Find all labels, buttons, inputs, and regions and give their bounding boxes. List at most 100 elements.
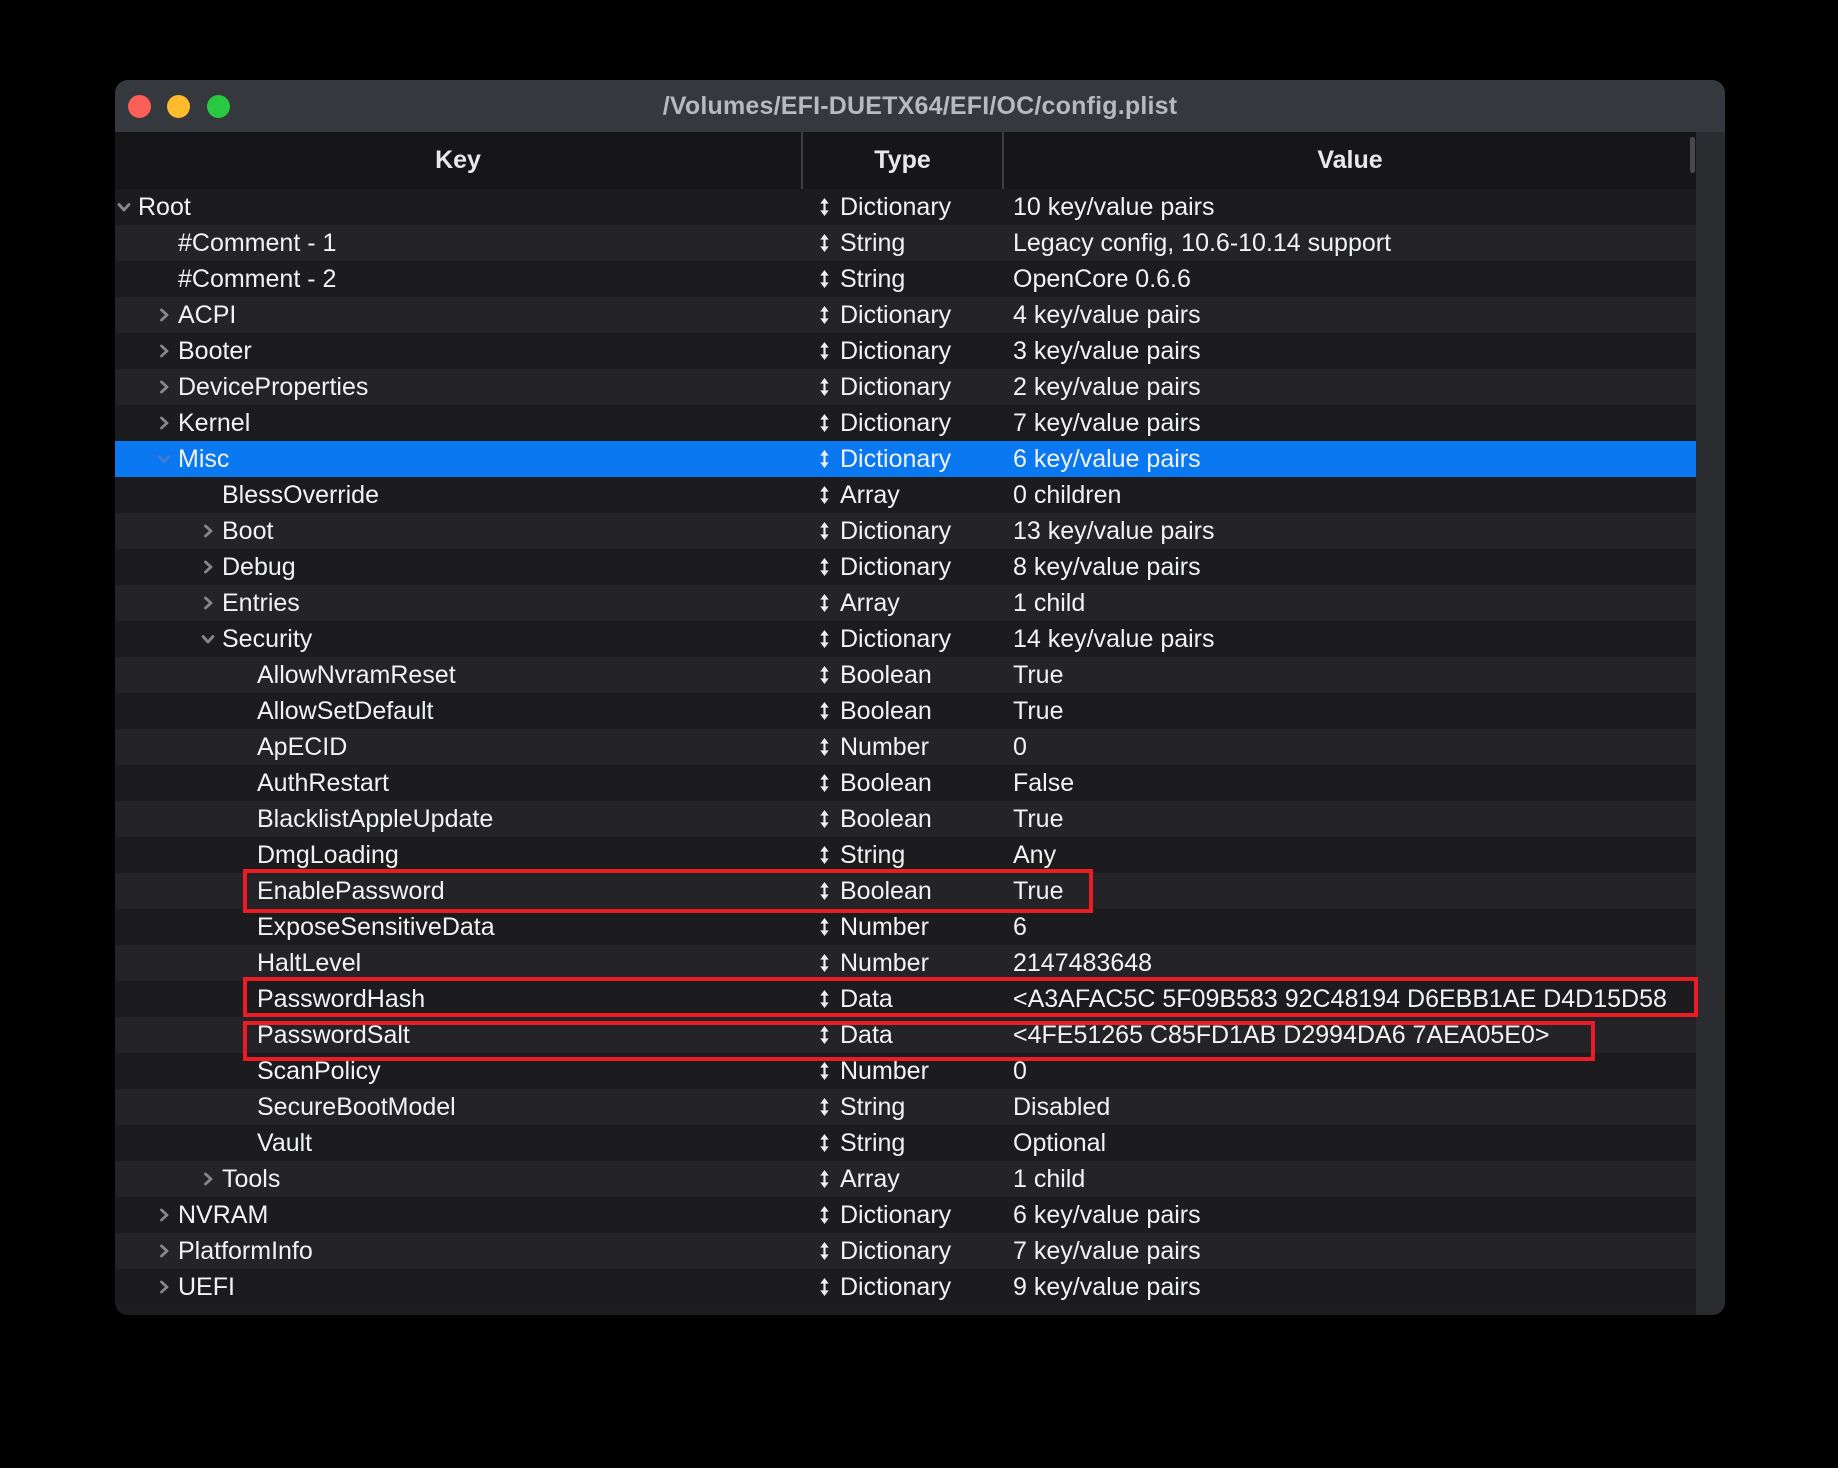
type-dropdown[interactable]: Dictionary — [801, 405, 1002, 441]
value-cell[interactable]: 6 key/value pairs — [1002, 1197, 1696, 1233]
chevron-right-icon[interactable] — [156, 343, 178, 359]
type-dropdown[interactable]: Dictionary — [801, 1197, 1002, 1233]
type-dropdown[interactable]: Dictionary — [801, 369, 1002, 405]
type-dropdown[interactable]: Boolean — [801, 693, 1002, 729]
value-cell[interactable]: 6 key/value pairs — [1002, 441, 1696, 477]
chevron-right-icon[interactable] — [200, 523, 222, 539]
value-cell[interactable]: 10 key/value pairs — [1002, 189, 1696, 225]
type-dropdown[interactable]: Array — [801, 477, 1002, 513]
table-row[interactable]: SecureBootModelStringDisabled — [115, 1089, 1696, 1125]
table-row[interactable]: SecurityDictionary14 key/value pairs — [115, 621, 1696, 657]
type-dropdown[interactable]: Dictionary — [801, 1269, 1002, 1305]
scrollbar-track[interactable] — [1696, 132, 1725, 1315]
table-row[interactable]: UEFIDictionary9 key/value pairs — [115, 1269, 1696, 1305]
chevron-down-icon[interactable] — [156, 451, 178, 467]
type-dropdown[interactable]: Dictionary — [801, 549, 1002, 585]
close-button[interactable] — [128, 95, 151, 118]
value-cell[interactable]: OpenCore 0.6.6 — [1002, 261, 1696, 297]
value-cell[interactable]: True — [1002, 873, 1696, 909]
chevron-down-icon[interactable] — [200, 631, 222, 647]
value-cell[interactable]: 14 key/value pairs — [1002, 621, 1696, 657]
value-cell[interactable]: True — [1002, 693, 1696, 729]
value-cell[interactable]: 0 children — [1002, 477, 1696, 513]
table-row[interactable]: HaltLevelNumber2147483648 — [115, 945, 1696, 981]
value-cell[interactable]: 0 — [1002, 729, 1696, 765]
type-dropdown[interactable]: String — [801, 1125, 1002, 1161]
table-row[interactable]: ToolsArray1 child — [115, 1161, 1696, 1197]
value-cell[interactable]: 1 child — [1002, 1161, 1696, 1197]
table-row[interactable]: NVRAMDictionary6 key/value pairs — [115, 1197, 1696, 1233]
table-row[interactable]: DmgLoadingStringAny — [115, 837, 1696, 873]
value-cell[interactable]: Disabled — [1002, 1089, 1696, 1125]
value-cell[interactable]: 2147483648 — [1002, 945, 1696, 981]
table-row[interactable]: RootDictionary10 key/value pairs — [115, 189, 1696, 225]
chevron-down-icon[interactable] — [116, 199, 138, 215]
table-row[interactable]: PlatformInfoDictionary7 key/value pairs — [115, 1233, 1696, 1269]
type-dropdown[interactable]: Dictionary — [801, 441, 1002, 477]
type-dropdown[interactable]: Dictionary — [801, 189, 1002, 225]
value-cell[interactable]: 8 key/value pairs — [1002, 549, 1696, 585]
chevron-right-icon[interactable] — [156, 1207, 178, 1223]
scrollbar-thumb[interactable] — [1690, 137, 1695, 173]
value-cell[interactable]: 13 key/value pairs — [1002, 513, 1696, 549]
value-cell[interactable]: Any — [1002, 837, 1696, 873]
table-row[interactable]: KernelDictionary7 key/value pairs — [115, 405, 1696, 441]
table-row[interactable]: BooterDictionary3 key/value pairs — [115, 333, 1696, 369]
chevron-right-icon[interactable] — [156, 379, 178, 395]
table-row[interactable]: ExposeSensitiveDataNumber6 — [115, 909, 1696, 945]
type-dropdown[interactable]: Number — [801, 945, 1002, 981]
table-row[interactable]: DebugDictionary8 key/value pairs — [115, 549, 1696, 585]
titlebar[interactable]: /Volumes/EFI-DUETX64/EFI/OC/config.plist — [115, 80, 1725, 133]
value-cell[interactable]: 1 child — [1002, 585, 1696, 621]
column-header-value[interactable]: Value — [1002, 132, 1696, 189]
chevron-right-icon[interactable] — [156, 1279, 178, 1295]
table-row[interactable]: AllowSetDefaultBooleanTrue — [115, 693, 1696, 729]
table-row[interactable]: BootDictionary13 key/value pairs — [115, 513, 1696, 549]
type-dropdown[interactable]: Dictionary — [801, 513, 1002, 549]
value-cell[interactable]: 2 key/value pairs — [1002, 369, 1696, 405]
table-row[interactable]: ApECIDNumber0 — [115, 729, 1696, 765]
minimize-button[interactable] — [167, 95, 190, 118]
type-dropdown[interactable]: String — [801, 225, 1002, 261]
value-cell[interactable]: Legacy config, 10.6-10.14 support — [1002, 225, 1696, 261]
table-row[interactable]: MiscDictionary6 key/value pairs — [115, 441, 1696, 477]
value-cell[interactable]: 9 key/value pairs — [1002, 1269, 1696, 1305]
table-row[interactable]: VaultStringOptional — [115, 1125, 1696, 1161]
table-row[interactable]: #Comment - 2StringOpenCore 0.6.6 — [115, 261, 1696, 297]
table-row[interactable]: BlacklistAppleUpdateBooleanTrue — [115, 801, 1696, 837]
value-cell[interactable]: False — [1002, 765, 1696, 801]
value-cell[interactable]: 6 — [1002, 909, 1696, 945]
table-row[interactable]: BlessOverrideArray0 children — [115, 477, 1696, 513]
table-row[interactable]: ACPIDictionary4 key/value pairs — [115, 297, 1696, 333]
type-dropdown[interactable]: Boolean — [801, 801, 1002, 837]
value-cell[interactable]: True — [1002, 657, 1696, 693]
type-dropdown[interactable]: String — [801, 261, 1002, 297]
value-cell[interactable]: 3 key/value pairs — [1002, 333, 1696, 369]
chevron-right-icon[interactable] — [156, 307, 178, 323]
type-dropdown[interactable]: Dictionary — [801, 297, 1002, 333]
table-row[interactable]: EntriesArray1 child — [115, 585, 1696, 621]
value-cell[interactable]: 4 key/value pairs — [1002, 297, 1696, 333]
chevron-right-icon[interactable] — [156, 1243, 178, 1259]
column-header-type[interactable]: Type — [801, 132, 1002, 189]
value-cell[interactable]: 7 key/value pairs — [1002, 1233, 1696, 1269]
value-cell[interactable]: True — [1002, 801, 1696, 837]
type-dropdown[interactable]: Array — [801, 585, 1002, 621]
chevron-right-icon[interactable] — [156, 415, 178, 431]
chevron-right-icon[interactable] — [200, 559, 222, 575]
type-dropdown[interactable]: Dictionary — [801, 333, 1002, 369]
chevron-right-icon[interactable] — [200, 1171, 222, 1187]
chevron-right-icon[interactable] — [200, 595, 222, 611]
type-dropdown[interactable]: Array — [801, 1161, 1002, 1197]
type-dropdown[interactable]: String — [801, 837, 1002, 873]
zoom-button[interactable] — [207, 95, 230, 118]
type-dropdown[interactable]: Number — [801, 729, 1002, 765]
type-dropdown[interactable]: Boolean — [801, 657, 1002, 693]
table-row[interactable]: AllowNvramResetBooleanTrue — [115, 657, 1696, 693]
type-dropdown[interactable]: Dictionary — [801, 621, 1002, 657]
type-dropdown[interactable]: Boolean — [801, 765, 1002, 801]
table-row[interactable]: DevicePropertiesDictionary2 key/value pa… — [115, 369, 1696, 405]
value-cell[interactable]: Optional — [1002, 1125, 1696, 1161]
type-dropdown[interactable]: Dictionary — [801, 1233, 1002, 1269]
table-row[interactable]: #Comment - 1StringLegacy config, 10.6-10… — [115, 225, 1696, 261]
